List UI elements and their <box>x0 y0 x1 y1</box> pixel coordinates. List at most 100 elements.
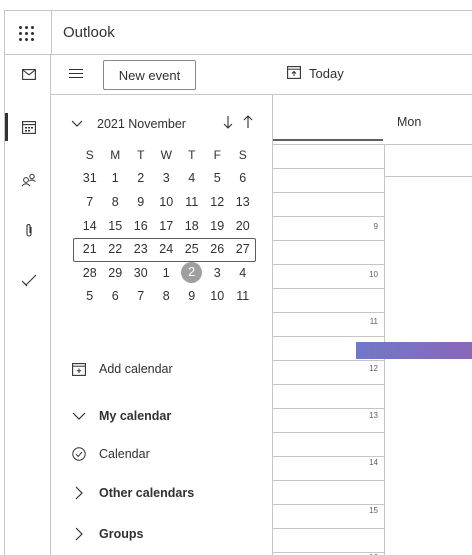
day-cell[interactable]: 28 <box>77 266 103 280</box>
app-title: Outlook <box>63 24 115 41</box>
today-label: Today <box>309 66 344 81</box>
todo-icon[interactable] <box>20 271 38 289</box>
attach-icon[interactable] <box>20 221 38 239</box>
weekday-label: F <box>213 147 221 162</box>
day-cell[interactable]: 6 <box>230 171 256 185</box>
chevron-right-icon <box>71 485 87 501</box>
day-cell[interactable]: 3 <box>154 171 180 185</box>
other-calendars-label: Other calendars <box>99 486 195 500</box>
day-cell[interactable]: 25 <box>179 242 205 256</box>
hour-label: 15 <box>369 506 378 515</box>
day-cell[interactable]: 22 <box>103 242 129 256</box>
day-cell[interactable]: 15 <box>103 219 129 233</box>
day-cell[interactable]: 18 <box>179 219 205 233</box>
previous-month-arrow-icon[interactable] <box>243 115 253 132</box>
calendar-icon[interactable] <box>20 118 38 136</box>
command-bar: New event Today <box>51 55 472 95</box>
weekday-label: S <box>85 147 94 162</box>
weekday-header-row: S M T W T F S <box>77 143 256 167</box>
next-month-arrow-icon[interactable] <box>223 115 233 132</box>
day-cell[interactable]: 8 <box>154 289 180 303</box>
day-cell[interactable]: 30 <box>128 266 154 280</box>
day-cell[interactable]: 31 <box>77 171 103 185</box>
day-cell[interactable]: 20 <box>230 219 256 233</box>
add-calendar-button[interactable]: Add calendar <box>71 361 173 377</box>
day-header: Mon <box>273 95 472 145</box>
day-cell[interactable]: 3 <box>205 266 231 280</box>
chevron-down-icon <box>71 408 87 424</box>
hour-label: 14 <box>369 458 378 467</box>
day-cell[interactable]: 9 <box>179 289 205 303</box>
month-calendar-grid: S M T W T F S 31 1 2 3 4 5 6 7 8 9 10 11… <box>77 143 256 308</box>
weekday-label: S <box>238 147 247 162</box>
chevron-right-icon <box>71 526 87 542</box>
day-cell[interactable]: 23 <box>128 242 154 256</box>
day-cell[interactable]: 7 <box>128 289 154 303</box>
week-row: 31 1 2 3 4 5 6 <box>77 167 256 191</box>
navigation-pane: 2021 November S M T W T F S 31 1 2 3 4 5… <box>51 95 273 555</box>
calendar-event[interactable] <box>356 342 472 359</box>
hamburger-menu-icon[interactable] <box>69 69 83 79</box>
day-cell[interactable]: 4 <box>230 266 256 280</box>
day-cell[interactable]: 5 <box>205 171 231 185</box>
day-cell[interactable]: 10 <box>205 289 231 303</box>
add-calendar-icon <box>71 361 87 377</box>
day-cell[interactable]: 8 <box>103 195 129 209</box>
day-cell[interactable]: 7 <box>77 195 103 209</box>
day-cell[interactable]: 1 <box>103 171 129 185</box>
my-calendar-label: My calendar <box>99 409 172 423</box>
today-icon <box>287 65 301 82</box>
day-cell[interactable]: 6 <box>103 289 129 303</box>
rail-selection-indicator <box>5 113 8 141</box>
day-cell[interactable]: 4 <box>179 171 205 185</box>
hour-label: 12 <box>369 364 378 373</box>
groups-group[interactable]: Groups <box>71 526 143 542</box>
day-cell[interactable]: 24 <box>154 242 180 256</box>
day-cell[interactable]: 5 <box>77 289 103 303</box>
day-cell[interactable]: 10 <box>154 195 180 209</box>
day-cell[interactable]: 1 <box>154 266 180 280</box>
day-cell[interactable]: 14 <box>77 219 103 233</box>
top-bar: Outlook <box>5 11 472 55</box>
week-row: 28 29 30 1 2 3 4 <box>77 261 256 285</box>
hour-label: 11 <box>369 317 378 326</box>
day-name[interactable]: Mon <box>397 115 421 129</box>
other-calendars-group[interactable]: Other calendars <box>71 485 194 501</box>
weekday-label: M <box>110 147 121 162</box>
groups-label: Groups <box>99 527 144 541</box>
week-row: 5 6 7 8 9 10 11 <box>77 285 256 309</box>
day-view-grid: Mon 9 10 11 12 13 14 15 <box>273 95 472 555</box>
hour-label: 13 <box>369 411 378 420</box>
today-day-cell[interactable]: 2 <box>179 262 205 284</box>
day-cell[interactable]: 11 <box>179 195 205 209</box>
day-cell[interactable]: 29 <box>103 266 129 280</box>
add-calendar-label: Add calendar <box>99 362 173 376</box>
day-cell[interactable]: 19 <box>205 219 231 233</box>
collapse-month-chevron-icon[interactable] <box>71 117 83 131</box>
weekday-label: T <box>188 147 196 162</box>
weekday-label: T <box>137 147 145 162</box>
app-rail <box>5 55 51 555</box>
day-cell[interactable]: 16 <box>128 219 154 233</box>
mail-icon[interactable] <box>20 65 38 83</box>
hour-label: 9 <box>373 222 378 231</box>
day-cell[interactable]: 2 <box>128 171 154 185</box>
week-row: 7 8 9 10 11 12 13 <box>77 190 256 214</box>
my-calendar-group[interactable]: My calendar <box>71 408 171 424</box>
check-circle-icon <box>71 446 87 462</box>
app-launcher-icon[interactable] <box>17 24 37 44</box>
today-marker: 2 <box>181 262 203 284</box>
day-cell[interactable]: 21 <box>77 242 103 256</box>
day-cell[interactable]: 12 <box>205 195 231 209</box>
today-button[interactable]: Today <box>287 65 344 82</box>
people-icon[interactable] <box>20 171 38 189</box>
new-event-button[interactable]: New event <box>103 60 196 90</box>
day-cell[interactable]: 9 <box>128 195 154 209</box>
calendar-item[interactable]: Calendar <box>71 446 150 462</box>
day-cell[interactable]: 13 <box>230 195 256 209</box>
day-cell[interactable]: 26 <box>205 242 231 256</box>
day-cell[interactable]: 17 <box>154 219 180 233</box>
day-cell[interactable]: 11 <box>230 289 256 303</box>
month-label[interactable]: 2021 November <box>97 117 186 131</box>
day-cell[interactable]: 27 <box>230 242 256 256</box>
